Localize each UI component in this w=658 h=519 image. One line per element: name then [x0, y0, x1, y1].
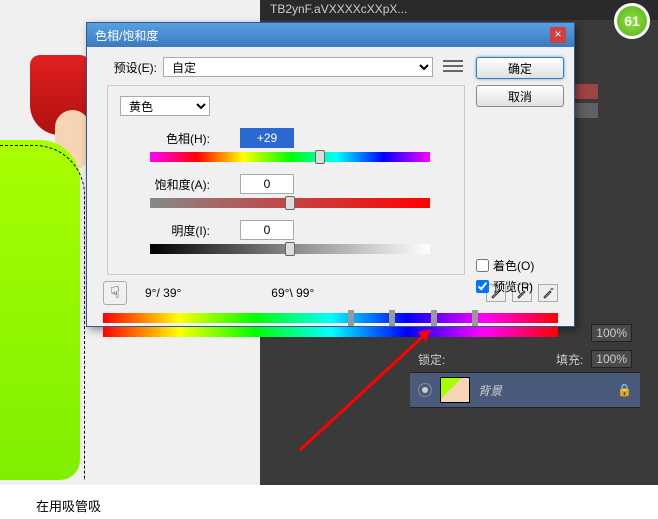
lightness-input[interactable] — [240, 220, 294, 240]
color-panel — [570, 80, 640, 230]
layer-name: 背景 — [478, 382, 502, 399]
saturation-input[interactable] — [240, 174, 294, 194]
visibility-eye-icon[interactable] — [418, 383, 432, 397]
preset-label: 预设(E): — [97, 59, 157, 76]
document-tab[interactable]: TB2ynF.aVXXXXcXXpX... — [260, 0, 658, 20]
channel-select[interactable]: 黄色 — [120, 96, 210, 116]
caption-text: 在用吸管吸 — [36, 496, 101, 515]
fill-label: 填充: — [556, 351, 583, 368]
spectrum-bottom — [103, 327, 558, 337]
hue-input[interactable] — [240, 128, 294, 148]
dialog-title: 色相/饱和度 — [95, 27, 158, 44]
saturation-thumb[interactable] — [285, 196, 295, 210]
swatch-2[interactable] — [574, 103, 598, 118]
hue-saturation-dialog: 色相/饱和度 × 预设(E): 自定 确定 取消 黄色 色相(H): 饱和度(A… — [86, 22, 575, 327]
lightness-thumb[interactable] — [285, 242, 295, 256]
preset-menu-icon[interactable] — [443, 60, 463, 74]
hand-tool-icon[interactable]: ☟ — [103, 281, 127, 305]
lock-icon: 🔒 — [617, 383, 632, 397]
saturation-slider[interactable] — [150, 198, 430, 208]
hue-label: 色相(H): — [120, 130, 210, 147]
dialog-titlebar[interactable]: 色相/饱和度 × — [87, 23, 574, 47]
tab-filename: TB2ynF.aVXXXXcXXpX... — [270, 2, 407, 16]
close-icon[interactable]: × — [550, 27, 566, 43]
lightness-slider[interactable] — [150, 244, 430, 254]
adjustment-panel: 黄色 色相(H): 饱和度(A): 明度(I): — [107, 85, 465, 275]
angle-left: 9°/ 39° — [145, 286, 181, 300]
saturation-label: 饱和度(A): — [120, 176, 210, 193]
preview-checkbox[interactable]: 预览(P) — [476, 278, 564, 295]
angle-right: 69°\ 99° — [271, 286, 314, 300]
ok-button[interactable]: 确定 — [476, 57, 564, 79]
preset-select[interactable]: 自定 — [163, 57, 433, 77]
layer-row-background[interactable]: 背景 🔒 — [410, 372, 640, 408]
badge-61: 61 — [614, 3, 650, 39]
lightness-label: 明度(I): — [120, 222, 210, 239]
layers-panel: 100% 锁定: 填充: 100% 背景 🔒 — [410, 320, 640, 480]
marquee-selection — [0, 145, 85, 480]
spectrum-top[interactable] — [103, 313, 558, 323]
fill-value: 100% — [591, 350, 632, 368]
hue-slider[interactable] — [150, 152, 430, 162]
colorize-checkbox[interactable]: 着色(O) — [476, 257, 564, 274]
layer-thumbnail[interactable] — [440, 377, 470, 403]
opacity-value: 100% — [591, 324, 632, 342]
cancel-button[interactable]: 取消 — [476, 85, 564, 107]
hue-thumb[interactable] — [315, 150, 325, 164]
lock-label: 锁定: — [418, 351, 445, 368]
swatch-1[interactable] — [574, 84, 598, 99]
